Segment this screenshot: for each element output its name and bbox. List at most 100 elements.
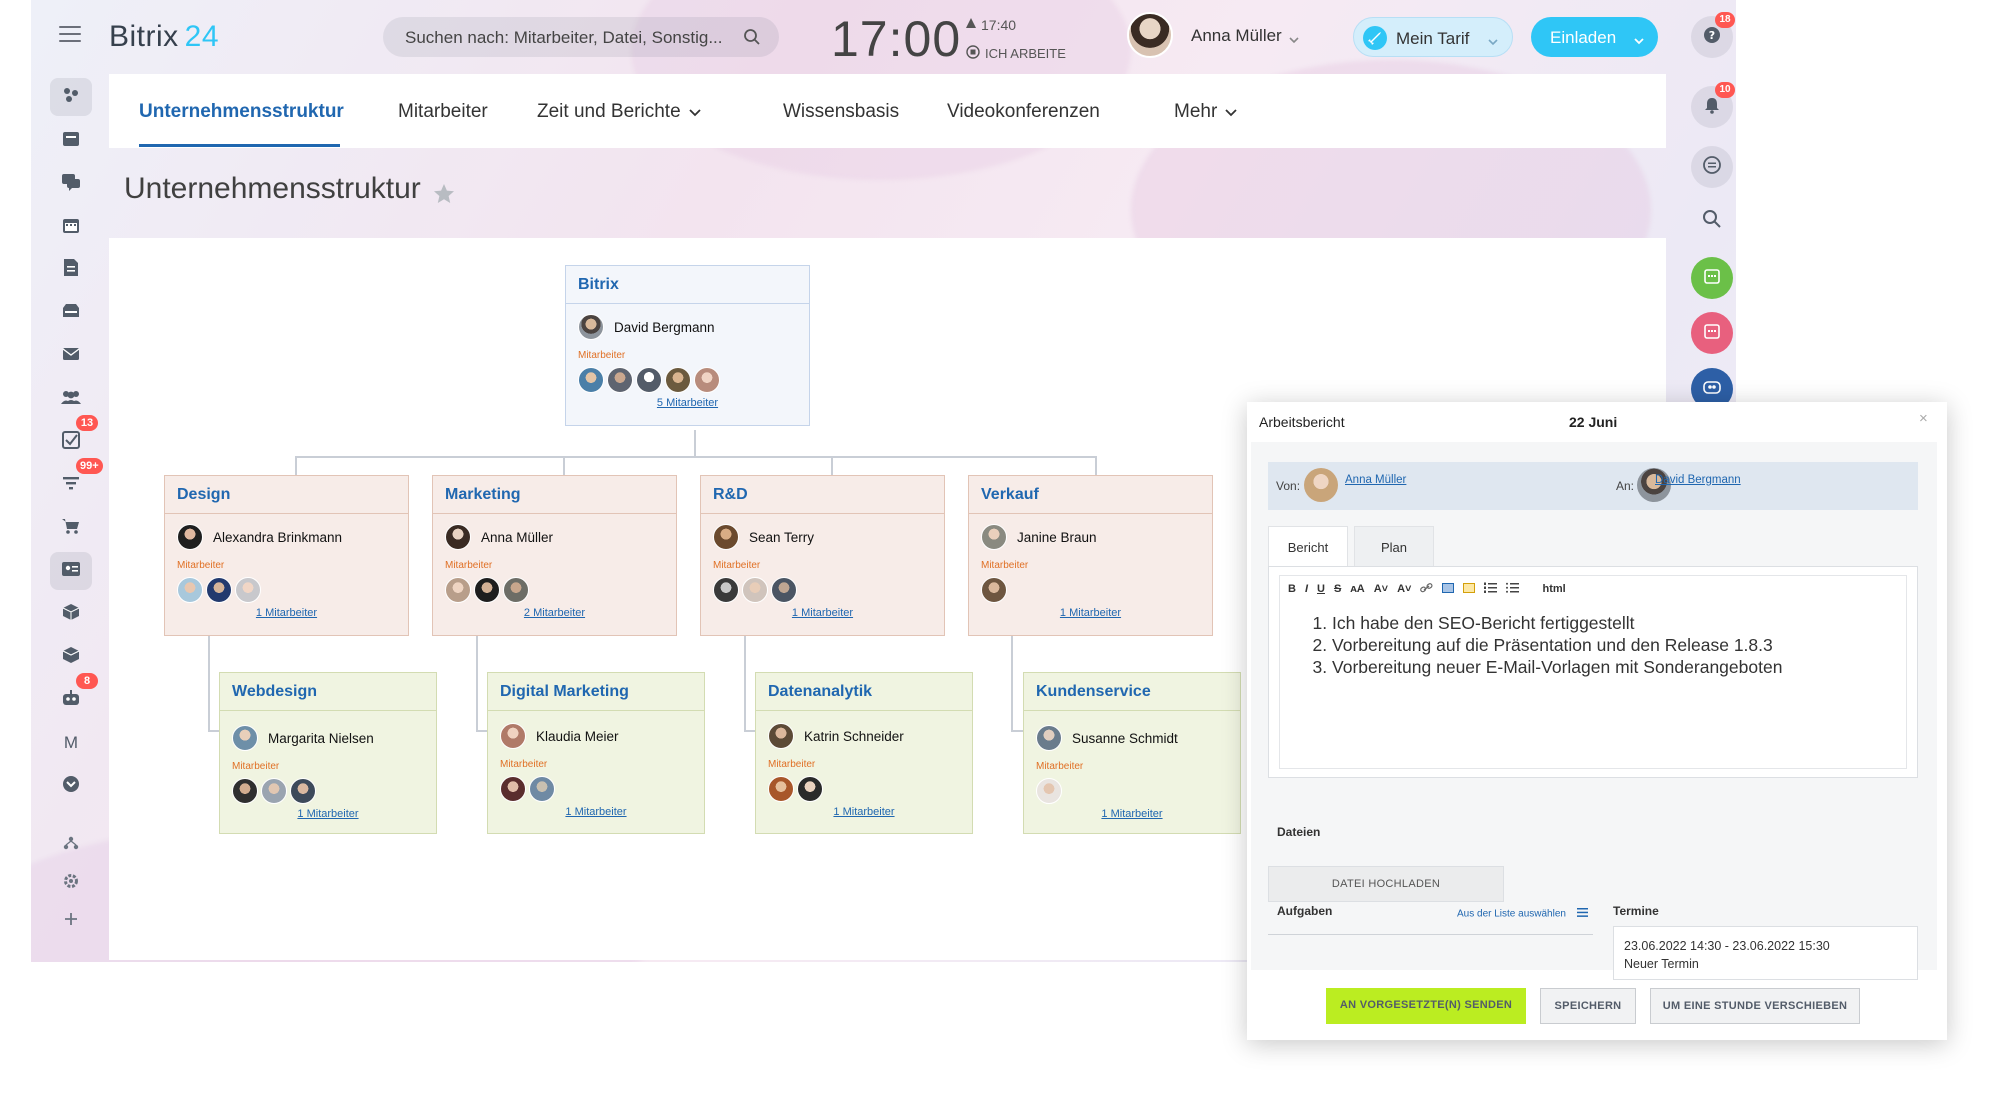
- employee-count-link[interactable]: 2 Mitarbeiter: [433, 607, 676, 619]
- employee-count-link[interactable]: 1 Mitarbeiter: [969, 607, 1212, 619]
- tab-knowledge-base[interactable]: Wissensbasis: [783, 101, 899, 123]
- sidebar-item-mail[interactable]: [50, 337, 92, 375]
- tab-more[interactable]: Mehr: [1174, 101, 1237, 123]
- employee-count-link[interactable]: 1 Mitarbeiter: [220, 808, 436, 820]
- dept-head-name[interactable]: Anna Müller: [481, 530, 553, 545]
- dept-head-name[interactable]: Alexandra Brinkmann: [213, 530, 342, 545]
- report-item[interactable]: Vorbereitung auf die Präsentation und de…: [1332, 634, 1782, 656]
- dept-title[interactable]: Webdesign: [220, 673, 436, 711]
- employee-avatar[interactable]: [768, 776, 794, 802]
- sidebar-item-marketing[interactable]: M: [50, 724, 92, 762]
- calendar-pink-button[interactable]: [1691, 312, 1733, 354]
- postpone-hour-button[interactable]: UM EINE STUNDE VERSCHIEBEN: [1650, 988, 1860, 1024]
- report-item[interactable]: Vorbereitung neuer E-Mail-Vorlagen mit S…: [1332, 656, 1782, 678]
- menu-burger-icon[interactable]: [59, 26, 81, 44]
- upload-file-button[interactable]: DATEI HOCHLADEN: [1268, 866, 1504, 902]
- employee-avatar[interactable]: [235, 577, 261, 603]
- appointment-box[interactable]: 23.06.2022 14:30 - 23.06.2022 15:30 Neue…: [1613, 926, 1918, 980]
- dept-card-rnd[interactable]: R&D Sean Terry Mitarbeiter 1 Mitarbeiter: [700, 475, 945, 636]
- dept-head-name[interactable]: Klaudia Meier: [536, 729, 619, 744]
- head-avatar[interactable]: [445, 524, 471, 550]
- choose-from-list-link[interactable]: Aus der Liste auswählen: [1457, 908, 1588, 920]
- employee-avatar[interactable]: [665, 367, 691, 393]
- employee-avatar[interactable]: [529, 776, 555, 802]
- italic-icon[interactable]: I: [1305, 583, 1308, 595]
- dept-card-data-analytics[interactable]: Datenanalytik Katrin Schneider Mitarbeit…: [755, 672, 973, 834]
- tab-employees[interactable]: Mitarbeiter: [398, 101, 488, 123]
- employee-avatar[interactable]: [713, 577, 739, 603]
- sidebar-item-structure[interactable]: [50, 826, 92, 864]
- employee-count-link[interactable]: 5 Mitarbeiter: [566, 397, 809, 409]
- clock[interactable]: 17:00: [831, 10, 961, 68]
- chevron-down-icon[interactable]: [1289, 31, 1299, 49]
- tab-time-reports[interactable]: Zeit und Berichte: [537, 101, 701, 123]
- employee-avatar[interactable]: [503, 577, 529, 603]
- dept-head-name[interactable]: David Bergmann: [614, 320, 715, 335]
- employee-avatar[interactable]: [177, 577, 203, 603]
- ordered-list-icon[interactable]: [1484, 582, 1498, 596]
- tab-plan[interactable]: Plan: [1354, 526, 1434, 566]
- employee-avatar[interactable]: [981, 577, 1007, 603]
- from-avatar[interactable]: [1304, 468, 1338, 502]
- dept-head-name[interactable]: Margarita Nielsen: [268, 731, 374, 746]
- sidebar-item-company[interactable]: [50, 552, 92, 590]
- dept-head-name[interactable]: Janine Braun: [1017, 530, 1097, 545]
- close-icon[interactable]: ×: [1919, 410, 1928, 427]
- dept-head-name[interactable]: Susanne Schmidt: [1072, 731, 1178, 746]
- head-avatar[interactable]: [1036, 725, 1062, 751]
- head-avatar[interactable]: [578, 314, 604, 340]
- link-icon[interactable]: [1420, 582, 1433, 596]
- send-to-supervisor-button[interactable]: AN VORGESETZTE(N) SENDEN: [1326, 988, 1526, 1024]
- tasks-field[interactable]: [1268, 934, 1593, 935]
- html-mode-button[interactable]: html: [1542, 583, 1565, 595]
- employee-count-link[interactable]: 1 Mitarbeiter: [488, 806, 704, 818]
- report-textarea[interactable]: B I U S ᴀA A˅ A˅ html Ich habe den SEO-B…: [1279, 575, 1907, 769]
- employee-count-link[interactable]: 1 Mitarbeiter: [165, 607, 408, 619]
- employee-avatar[interactable]: [500, 776, 526, 802]
- employee-avatar[interactable]: [1036, 778, 1062, 804]
- work-time-widget[interactable]: 17:40 ICH ARBEITE: [966, 14, 1066, 64]
- employee-avatar[interactable]: [290, 778, 316, 804]
- notifications-button[interactable]: 10: [1691, 82, 1735, 128]
- employee-avatar[interactable]: [636, 367, 662, 393]
- dept-card-webdesign[interactable]: Webdesign Margarita Nielsen Mitarbeiter …: [219, 672, 437, 834]
- underline-icon[interactable]: U: [1317, 583, 1325, 595]
- head-avatar[interactable]: [713, 524, 739, 550]
- dept-head-name[interactable]: Sean Terry: [749, 530, 814, 545]
- employee-avatar[interactable]: [607, 367, 633, 393]
- head-avatar[interactable]: [768, 723, 794, 749]
- dept-card-marketing[interactable]: Marketing Anna Müller Mitarbeiter 2 Mita…: [432, 475, 677, 636]
- search-button[interactable]: [1691, 200, 1733, 242]
- sidebar-item-products[interactable]: [50, 638, 92, 676]
- from-user-link[interactable]: Anna Müller: [1345, 474, 1406, 486]
- employee-count-link[interactable]: 1 Mitarbeiter: [701, 607, 944, 619]
- sidebar-item-workgroups[interactable]: [50, 380, 92, 418]
- dept-title[interactable]: R&D: [701, 476, 944, 514]
- font-size-icon[interactable]: ᴀA: [1350, 583, 1364, 595]
- user-name[interactable]: Anna Müller: [1191, 26, 1282, 46]
- image-icon[interactable]: [1442, 582, 1455, 596]
- employee-avatar[interactable]: [694, 367, 720, 393]
- dept-title[interactable]: Datenanalytik: [756, 673, 972, 711]
- head-avatar[interactable]: [177, 524, 203, 550]
- employee-avatar[interactable]: [742, 577, 768, 603]
- dept-title[interactable]: Design: [165, 476, 408, 514]
- report-item[interactable]: Ich habe den SEO-Bericht fertiggestellt: [1332, 612, 1782, 634]
- new-appointment-link[interactable]: Neuer Termin: [1624, 955, 1907, 973]
- star-icon[interactable]: [432, 182, 456, 211]
- sidebar-item-drive[interactable]: [50, 294, 92, 332]
- highlight-icon[interactable]: A˅: [1397, 583, 1411, 595]
- my-tariff-button[interactable]: Mein Tarif: [1353, 17, 1513, 57]
- strikethrough-icon[interactable]: S: [1334, 583, 1341, 595]
- employee-avatar[interactable]: [445, 577, 471, 603]
- save-button[interactable]: SPEICHERN: [1540, 988, 1636, 1024]
- sidebar-item-chat[interactable]: [50, 165, 92, 203]
- dept-card-root[interactable]: Bitrix David Bergmann Mitarbeiter 5 Mita…: [565, 265, 810, 426]
- employee-avatar[interactable]: [474, 577, 500, 603]
- employee-avatar[interactable]: [232, 778, 258, 804]
- dept-head-name[interactable]: Katrin Schneider: [804, 729, 904, 744]
- dept-title[interactable]: Verkauf: [969, 476, 1212, 514]
- dept-title[interactable]: Kundenservice: [1024, 673, 1240, 711]
- sidebar-item-settings[interactable]: [50, 864, 92, 902]
- video-icon[interactable]: [1463, 582, 1476, 596]
